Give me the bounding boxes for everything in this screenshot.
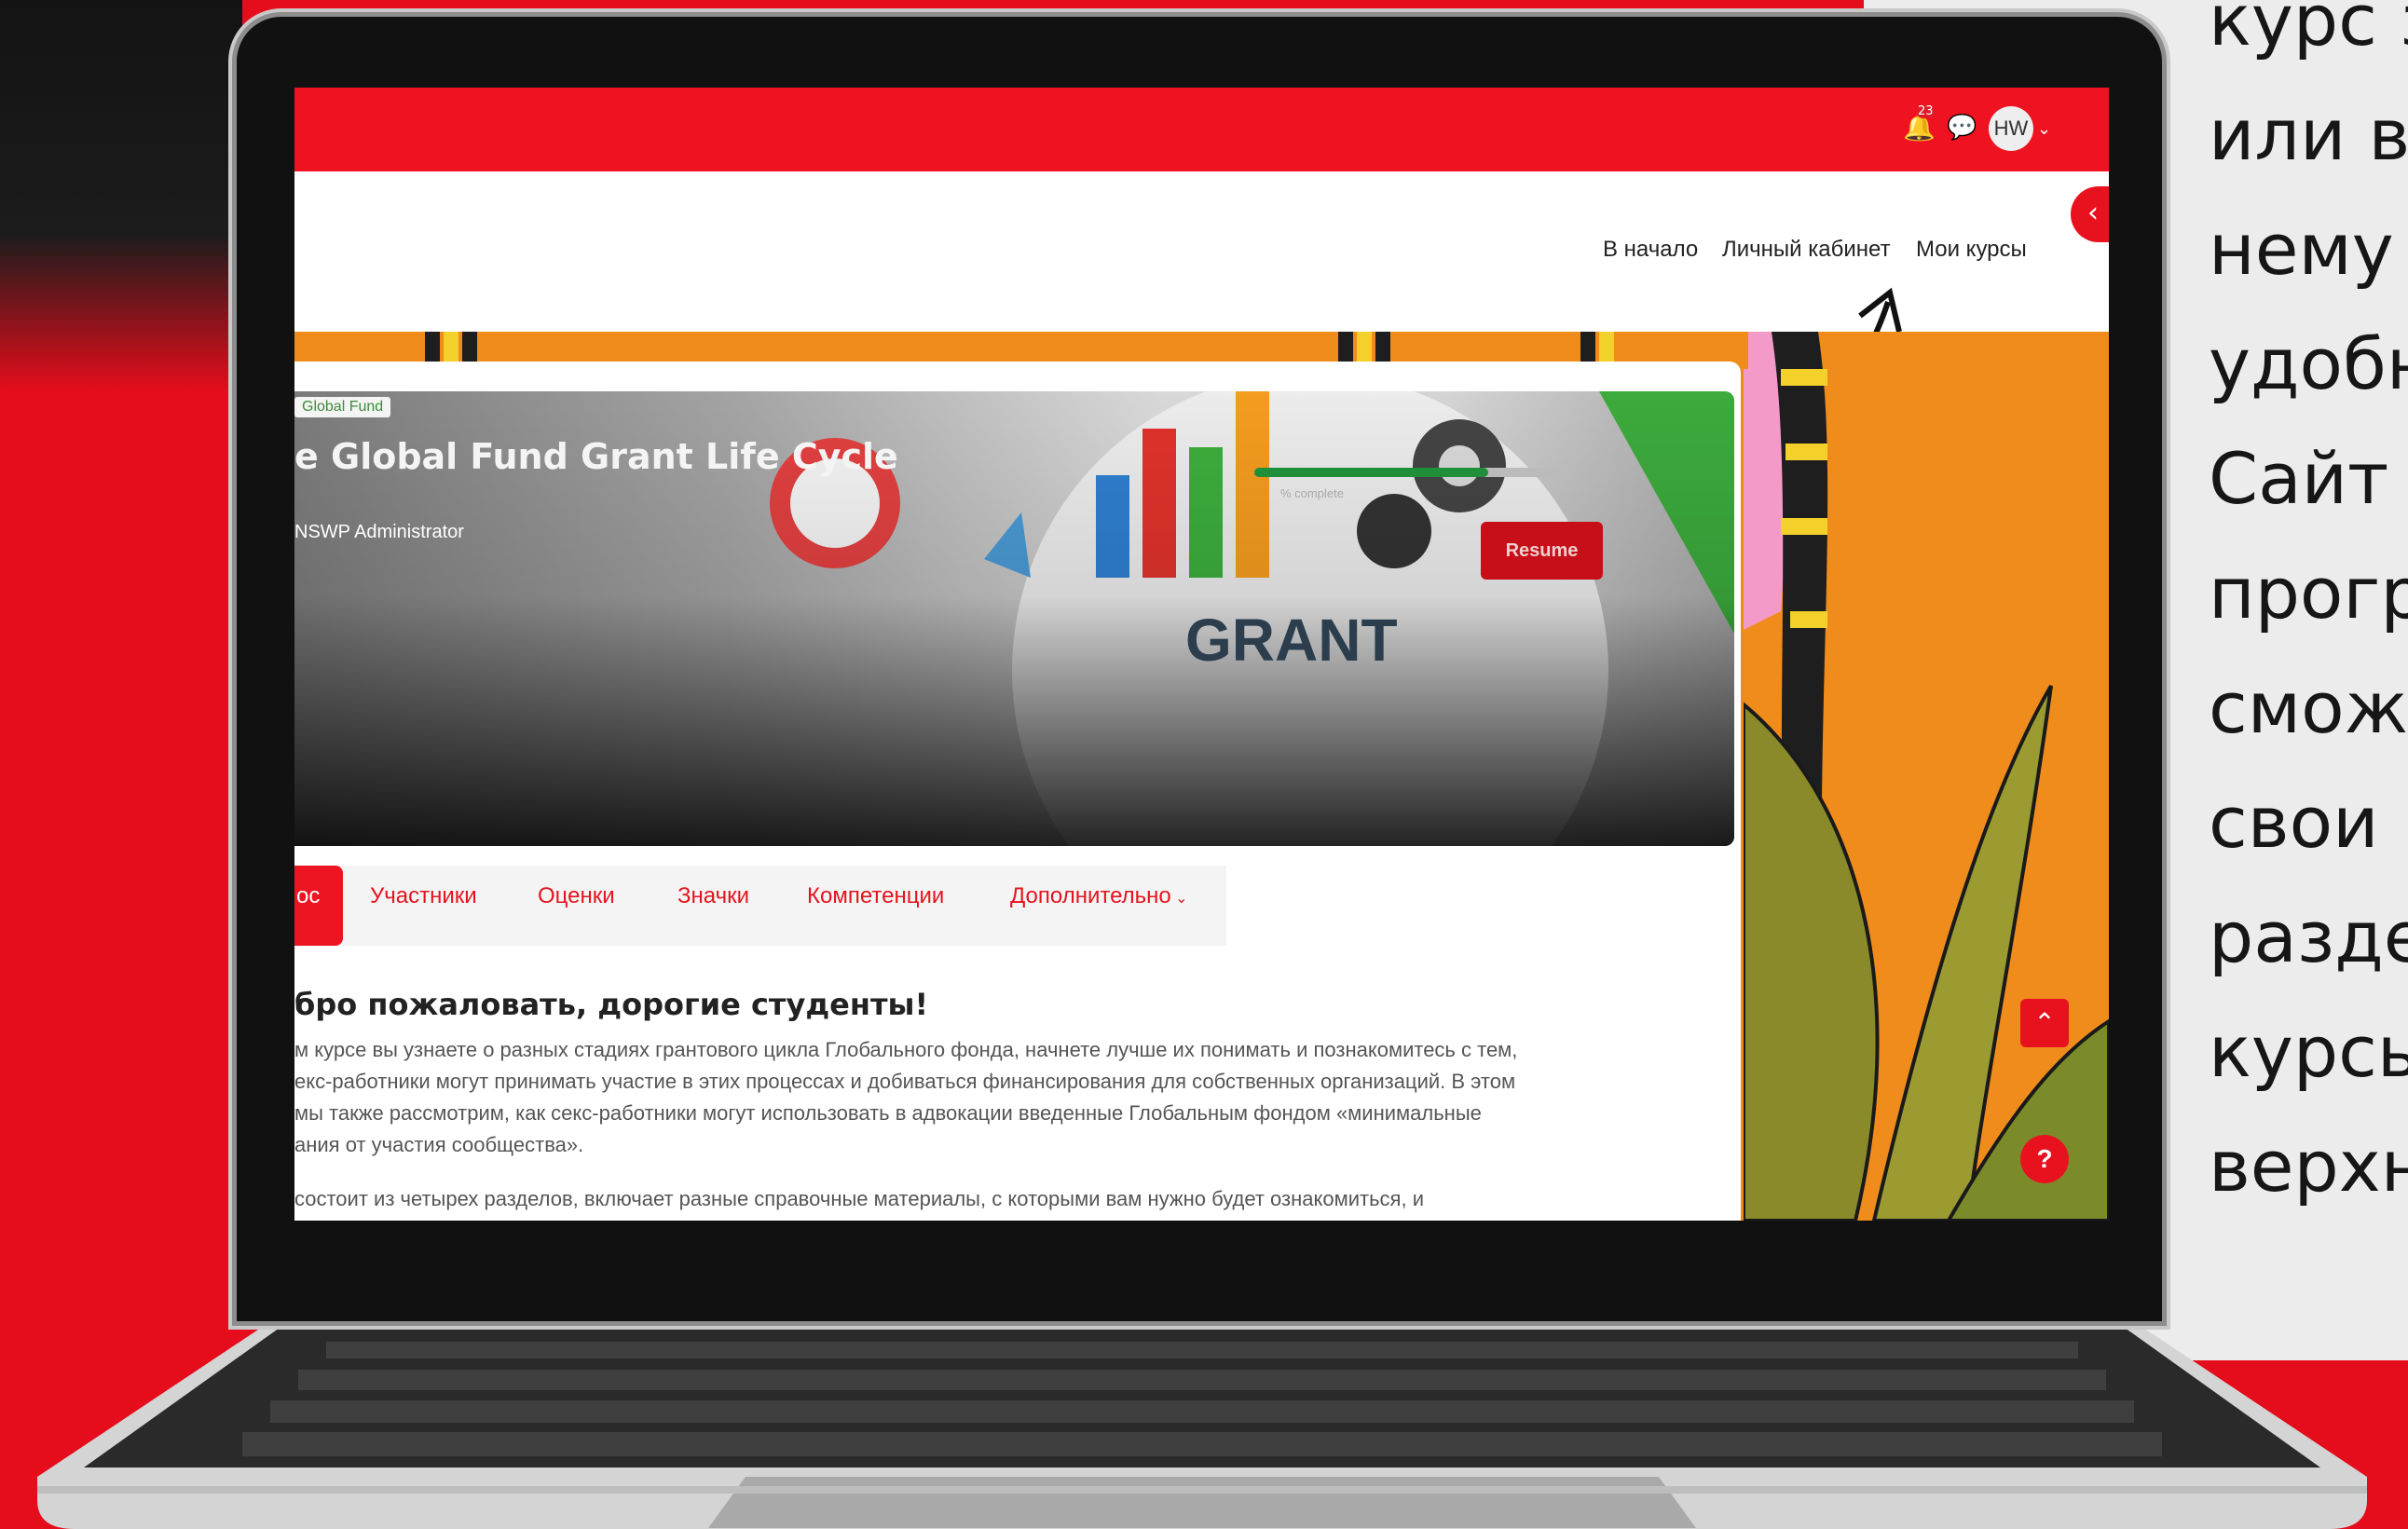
chevron-down-icon: ⌄ bbox=[1170, 891, 1188, 907]
nav-home[interactable]: В начало bbox=[1603, 237, 1698, 263]
tab-grades[interactable]: Оценки bbox=[538, 883, 615, 909]
notification-badge: 23 bbox=[1916, 104, 1936, 118]
instruction-line: или в bbox=[2209, 93, 2408, 176]
tab-more[interactable]: Дополнительно ⌄ bbox=[1010, 883, 1188, 909]
tab-competencies[interactable]: Компетенции bbox=[807, 883, 944, 909]
course-title: e Global Fund Grant Life Cycle bbox=[294, 436, 898, 477]
instruction-line: смож bbox=[2209, 666, 2408, 749]
browser-screen: 🔔 23 💬 HW ⌄ В начало Личный кабинет Мои … bbox=[294, 88, 2109, 1221]
progress-track bbox=[1254, 468, 1567, 477]
instruction-line: курс з bbox=[2209, 0, 2408, 61]
back-to-top-button[interactable]: ⌃ bbox=[2020, 999, 2069, 1047]
course-teacher[interactable]: NSWP Administrator bbox=[294, 522, 464, 543]
background-shadow bbox=[0, 0, 242, 391]
decorative-leaves bbox=[1744, 332, 2109, 1221]
paragraph-line: екс-работники могут принимать участие в … bbox=[294, 1070, 1516, 1093]
chevron-down-icon[interactable]: ⌄ bbox=[2037, 119, 2051, 139]
tab-badges[interactable]: Значки bbox=[677, 883, 749, 909]
tab-participants[interactable]: Участники bbox=[370, 883, 477, 909]
resume-button[interactable]: Resume bbox=[1481, 522, 1603, 580]
instruction-line: нему bbox=[2209, 208, 2394, 291]
instruction-line: удобн bbox=[2209, 322, 2408, 405]
instruction-line: Сайт bbox=[2209, 437, 2389, 520]
welcome-heading: бро пожаловать, дорогие студенты! bbox=[294, 987, 929, 1022]
avatar[interactable]: HW bbox=[1989, 106, 2033, 151]
course-hero: Global Fund e Global Fund Grant Life Cyc… bbox=[294, 391, 1734, 846]
instruction-line: свои bbox=[2209, 781, 2379, 864]
nav-my-courses[interactable]: Мои курсы bbox=[1916, 237, 2027, 263]
instruction-text: курс з или в нему удобн Сайт прогр смож … bbox=[2209, 0, 2408, 1223]
laptop-base bbox=[37, 1328, 2367, 1529]
tab-course[interactable]: ос bbox=[294, 866, 343, 946]
paragraph-line: состоит из четырех разделов, включает ра… bbox=[294, 1187, 1424, 1210]
progress-label: % complete bbox=[1280, 486, 1344, 500]
hero-grant-word: GRANT bbox=[1185, 607, 1398, 674]
help-button[interactable]: ? bbox=[2020, 1135, 2069, 1183]
nav-dashboard[interactable]: Личный кабинет bbox=[1722, 237, 1891, 263]
course-category-badge: Global Fund bbox=[294, 397, 391, 417]
paragraph-line: ания от участия сообщества». bbox=[294, 1133, 584, 1156]
paragraph-line: мы также рассмотрим, как секс-работники … bbox=[294, 1101, 1482, 1125]
drawer-toggle-button[interactable]: ‹ bbox=[2071, 186, 2109, 242]
instruction-line: прогр bbox=[2209, 552, 2408, 635]
instruction-line: курсы bbox=[2209, 1010, 2408, 1093]
site-topbar: 🔔 23 💬 HW ⌄ bbox=[294, 88, 2109, 171]
paragraph-line: м курсе вы узнаете о разных стадиях гран… bbox=[294, 1038, 1518, 1061]
instruction-line: верхн bbox=[2209, 1125, 2408, 1208]
progress-fill bbox=[1254, 468, 1489, 477]
chat-icon[interactable]: 💬 bbox=[1947, 114, 1977, 142]
instruction-line: разде bbox=[2209, 895, 2408, 978]
